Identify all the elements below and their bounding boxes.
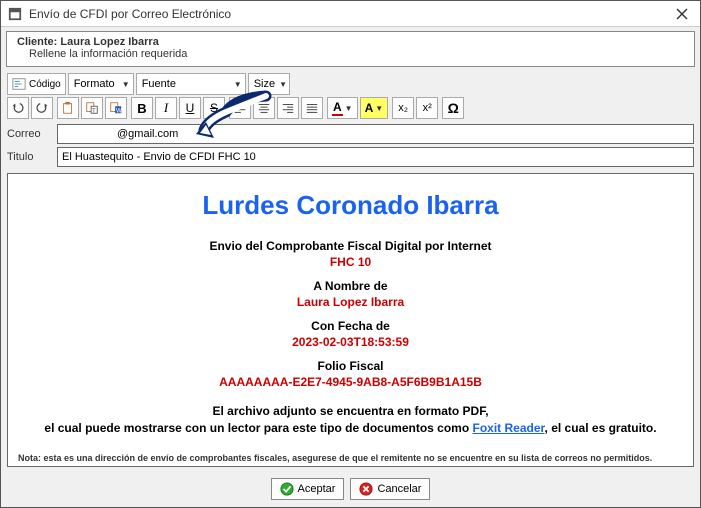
source-code-button[interactable]: Código bbox=[7, 73, 66, 95]
title-row: Titulo bbox=[1, 147, 700, 167]
source-code-label: Código bbox=[29, 79, 61, 90]
underline-button[interactable]: U bbox=[179, 97, 201, 119]
date-section: Con Fecha de 2023-02-03T18:53:59 bbox=[18, 319, 683, 349]
clipboard-button[interactable] bbox=[57, 97, 79, 119]
cancel-circle-icon bbox=[359, 482, 373, 496]
on-behalf-label: A Nombre de bbox=[18, 279, 683, 293]
chevron-down-icon: ▼ bbox=[122, 80, 130, 89]
superscript-button[interactable]: x² bbox=[416, 97, 438, 119]
font-select[interactable]: Fuente ▼ bbox=[136, 73, 246, 95]
app-icon bbox=[7, 6, 23, 22]
paste-text-button[interactable]: T bbox=[81, 97, 103, 119]
doc-header: Envio del Comprobante Fiscal Digital por… bbox=[18, 239, 683, 253]
email-input[interactable] bbox=[57, 124, 694, 144]
format-select[interactable]: Formato ▼ bbox=[68, 73, 134, 95]
editor-area[interactable]: Lurdes Coronado Ibarra Envio del Comprob… bbox=[7, 173, 694, 467]
italic-button[interactable]: I bbox=[155, 97, 177, 119]
desc-line2b: , el cual es gratuito. bbox=[545, 421, 657, 435]
format-label: Formato bbox=[74, 78, 118, 90]
cancel-button[interactable]: Cancelar bbox=[350, 478, 430, 500]
title-bar: Envío de CFDI por Correo Electrónico bbox=[1, 1, 700, 27]
accept-label: Aceptar bbox=[298, 483, 336, 495]
hint-text: Rellene la información requerida bbox=[29, 48, 684, 60]
desc-line1: El archivo adjunto se encuentra en forma… bbox=[212, 404, 488, 418]
folio-value: AAAAAAAA-E2E7-4945-9AB8-A5F6B9B1A15B bbox=[18, 375, 683, 389]
special-char-button[interactable]: Ω bbox=[442, 97, 464, 119]
date-label: Con Fecha de bbox=[18, 319, 683, 333]
align-left-button[interactable] bbox=[229, 97, 251, 119]
client-line: Cliente: Laura Lopez Ibarra bbox=[17, 36, 684, 48]
paste-word-button[interactable]: W bbox=[105, 97, 127, 119]
chevron-down-icon: ▼ bbox=[375, 104, 383, 113]
align-right-button[interactable] bbox=[277, 97, 299, 119]
note-text: Nota: esta es una dirección de envío de … bbox=[18, 453, 683, 463]
foxit-link[interactable]: Foxit Reader bbox=[473, 421, 545, 435]
date-value: 2023-02-03T18:53:59 bbox=[18, 335, 683, 349]
window-title: Envío de CFDI por Correo Electrónico bbox=[29, 7, 670, 21]
dialog-window: Envío de CFDI por Correo Electrónico Cli… bbox=[0, 0, 701, 508]
svg-text:W: W bbox=[116, 107, 122, 114]
editor-toolbar: Código Formato ▼ Fuente ▼ Size ▼ bbox=[1, 70, 700, 121]
accept-button[interactable]: Aceptar bbox=[271, 478, 345, 500]
text-color-button[interactable]: A ▼ bbox=[327, 97, 358, 119]
bg-color-button[interactable]: A ▼ bbox=[360, 97, 389, 119]
client-label: Cliente: bbox=[17, 36, 57, 48]
align-justify-button[interactable] bbox=[301, 97, 323, 119]
email-label: Correo bbox=[7, 128, 57, 140]
on-behalf-value: Laura Lopez Ibarra bbox=[18, 295, 683, 309]
doc-header-section: Envio del Comprobante Fiscal Digital por… bbox=[18, 239, 683, 269]
recipient-name: Lurdes Coronado Ibarra bbox=[18, 190, 683, 221]
bottom-bar: Aceptar Cancelar bbox=[1, 473, 700, 507]
size-label: Size bbox=[254, 78, 275, 90]
check-circle-icon bbox=[280, 482, 294, 496]
on-behalf-section: A Nombre de Laura Lopez Ibarra bbox=[18, 279, 683, 309]
title-label: Titulo bbox=[7, 151, 57, 163]
folio-section: Folio Fiscal AAAAAAAA-E2E7-4945-9AB8-A5F… bbox=[18, 359, 683, 389]
bold-button[interactable]: B bbox=[131, 97, 153, 119]
undo-button[interactable] bbox=[7, 97, 29, 119]
client-name: Laura Lopez Ibarra bbox=[60, 36, 158, 48]
description: El archivo adjunto se encuentra en forma… bbox=[18, 403, 683, 437]
chevron-down-icon: ▼ bbox=[279, 80, 287, 89]
size-select[interactable]: Size ▼ bbox=[248, 73, 290, 95]
subscript-button[interactable]: x₂ bbox=[392, 97, 414, 119]
title-input[interactable] bbox=[57, 147, 694, 167]
folio-label: Folio Fiscal bbox=[18, 359, 683, 373]
redo-button[interactable] bbox=[31, 97, 53, 119]
email-row: Correo bbox=[1, 124, 700, 144]
close-button[interactable] bbox=[670, 4, 694, 24]
chevron-down-icon: ▼ bbox=[345, 104, 353, 113]
info-banner: Cliente: Laura Lopez Ibarra Rellene la i… bbox=[6, 31, 695, 67]
doc-folio: FHC 10 bbox=[18, 255, 683, 269]
align-center-button[interactable] bbox=[253, 97, 275, 119]
chevron-down-icon: ▼ bbox=[234, 80, 242, 89]
svg-text:T: T bbox=[92, 107, 96, 114]
cancel-label: Cancelar bbox=[377, 483, 421, 495]
desc-line2a: el cual puede mostrarse con un lector pa… bbox=[44, 421, 472, 435]
font-label: Fuente bbox=[142, 78, 230, 90]
strike-button[interactable]: S bbox=[203, 97, 225, 119]
